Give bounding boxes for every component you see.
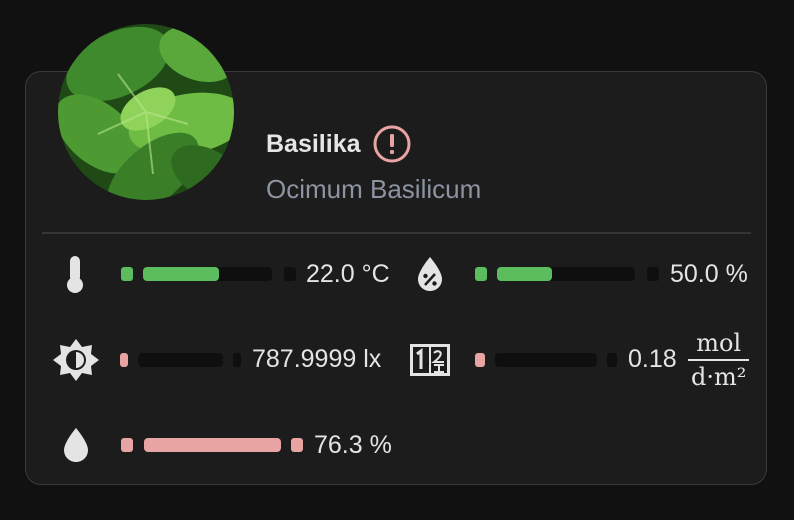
meter-cap-dli xyxy=(607,353,617,367)
status-pill-dli xyxy=(475,353,485,367)
alert-circle-icon[interactable] xyxy=(373,125,411,163)
status-pill-moisture xyxy=(475,267,487,281)
plant-species: Ocimum Basilicum xyxy=(266,174,482,204)
meter-humidity xyxy=(144,438,281,452)
thermometer-icon xyxy=(67,256,83,293)
meter-cap-illuminance xyxy=(233,353,241,367)
sensor-moisture[interactable]: 50.0 % xyxy=(414,254,754,294)
sensor-illuminance[interactable]: 787.9999 lx xyxy=(52,339,402,381)
unit-dli-denominator: d·m² xyxy=(688,359,750,389)
value-dli: 0.18 xyxy=(628,345,677,373)
sensor-dli[interactable]: 0.18 mol d·m² xyxy=(410,331,754,395)
sensor-temperature[interactable]: 22.0 °C xyxy=(60,254,400,294)
meter-moisture xyxy=(497,267,635,281)
water-percent-icon xyxy=(418,257,442,291)
plant-image[interactable] xyxy=(58,24,234,200)
unit-dli: mol d·m² xyxy=(688,329,750,389)
meter-cap-humidity xyxy=(291,438,303,452)
plant-name: Basilika xyxy=(266,129,361,158)
meter-cap-moisture xyxy=(647,267,659,281)
water-icon xyxy=(64,428,88,462)
unit-dli-numerator: mol xyxy=(696,329,742,357)
value-temperature: 22.0 °C xyxy=(306,260,390,288)
sensor-humidity[interactable]: 76.3 % xyxy=(60,425,400,465)
meter-cap-temperature xyxy=(284,267,296,281)
meter-illuminance xyxy=(138,353,223,367)
divider xyxy=(42,232,751,234)
status-pill-humidity xyxy=(121,438,133,452)
brightness-icon xyxy=(53,339,99,381)
meter-temperature xyxy=(143,267,272,281)
status-pill-illuminance xyxy=(120,353,128,367)
value-moisture: 50.0 % xyxy=(670,260,748,288)
meter-fill-humidity xyxy=(144,438,281,452)
meter-dli xyxy=(495,353,597,367)
counter-icon xyxy=(410,344,450,376)
value-illuminance: 787.9999 lx xyxy=(252,345,382,373)
meter-fill-moisture xyxy=(497,267,553,281)
status-pill-temperature xyxy=(121,267,133,281)
plant-title-row: Basilika xyxy=(266,124,411,164)
value-humidity: 76.3 % xyxy=(314,431,392,459)
meter-fill-temperature xyxy=(143,267,220,281)
